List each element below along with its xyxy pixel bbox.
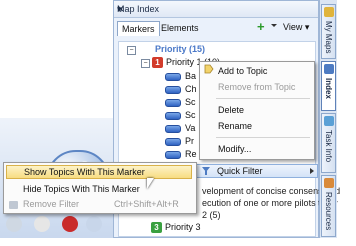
quick-filter-label: Quick Filter [217,166,263,176]
background-text-line: 2 (5) [202,210,221,220]
stop-icon [62,216,78,232]
tab-markers[interactable]: Markers [117,21,160,36]
side-tab-label: Index [324,78,333,99]
marker-pill-icon [165,85,181,94]
tag-icon [204,64,214,74]
resources-icon [324,178,334,188]
side-tab-label: My Maps [324,21,333,54]
add-icon[interactable]: + [257,20,269,33]
submenu-arrow-icon [310,168,314,174]
side-tab-my-maps[interactable]: My Maps [321,4,336,59]
tree-item-label: Sc [185,110,196,120]
menu-item-add-to-topic[interactable]: Add to Topic [218,65,267,77]
submenu-item-label: Show Topics With This Marker [24,167,145,177]
submenu-item-hide-topics[interactable]: Hide Topics With This Marker [23,183,140,196]
tree-item-label: Ch [185,84,197,94]
tree-node-priority[interactable]: Priority (15) [155,44,205,55]
menu-item-delete[interactable]: Delete [218,104,244,116]
marker-pill-icon [165,72,181,81]
pane-tab-bar: Markers Elements + View ▾ [114,18,318,38]
quick-filter-submenu: Show Topics With This Marker Hide Topics… [3,162,197,214]
side-tab-label: Resources [324,192,333,231]
context-menu: Add to Topic Remove from Topic Delete Re… [199,61,315,160]
tree-item[interactable]: Ba [165,71,196,82]
close-icon[interactable]: ✕ [117,4,314,15]
marker-pill-icon [165,111,181,120]
menu-item-remove-from-topic[interactable]: Remove from Topic [218,81,295,93]
menu-item-rename[interactable]: Rename [218,120,252,132]
tree-node-priority-3[interactable]: 3 Priority 3 [151,222,201,234]
background-icon-row [6,216,106,236]
tree-item[interactable]: Pr [165,136,194,147]
side-tab-resources[interactable]: Resources [321,175,336,237]
tree-item[interactable]: Re [165,149,197,160]
side-tab-strip: My Maps Index Task Info Resources [319,0,337,238]
remove-filter-icon [9,201,18,209]
priority-1-icon: 1 [152,57,163,69]
collapse-icon[interactable]: − [141,59,150,68]
menu-item-quick-filter[interactable]: Quick Filter [196,164,318,178]
marker-pill-icon [165,150,181,159]
tree-item[interactable]: Va [165,123,195,134]
marker-pill-icon [165,124,181,133]
menu-item-modify[interactable]: Modify... [218,143,251,155]
tree-node-label: Priority 3 [165,222,201,232]
background-text-line: ecution of one or more pilots to ev [202,198,338,208]
tree-item-label: Sc [185,97,196,107]
tree-item[interactable]: Sc [165,97,196,108]
submenu-item-remove-filter[interactable]: Remove Filter [23,198,79,211]
arrow-icon [6,216,22,232]
folder-icon [324,7,334,17]
priority-3-icon: 3 [151,222,162,234]
side-tab-task-info[interactable]: Task Info [321,113,336,173]
add-dropdown-icon[interactable] [271,24,277,27]
menu-separator [216,137,310,138]
view-button[interactable]: View ▾ [283,22,309,33]
tree-item[interactable]: Sc [165,110,196,121]
globe-icon [86,216,102,232]
view-label: View [283,22,303,32]
submenu-item-show-topics[interactable]: Show Topics With This Marker [6,165,192,179]
marker-pill-icon [165,98,181,107]
side-tab-label: Task Info [324,130,333,163]
index-icon [324,64,334,74]
tree-item-label: Va [185,123,196,133]
mouse-cursor-icon [147,178,154,189]
tree-item[interactable]: Ch [165,84,197,95]
tree-item-label: Pr [185,136,194,146]
tree-item-label: Ba [185,71,197,81]
task-icon [324,116,334,126]
tree-item-label: Re [185,149,197,159]
pause-icon [34,216,50,232]
tab-elements[interactable]: Elements [157,21,203,35]
side-tab-index[interactable]: Index [321,61,336,111]
menu-separator [216,98,310,99]
collapse-icon[interactable]: − [127,46,136,55]
filter-icon-stem [205,171,207,175]
marker-pill-icon [165,137,181,146]
pane-title-bar: Map Index ▾ ✕ [114,1,318,18]
shortcut-label: Ctrl+Shift+Alt+R [114,199,179,209]
